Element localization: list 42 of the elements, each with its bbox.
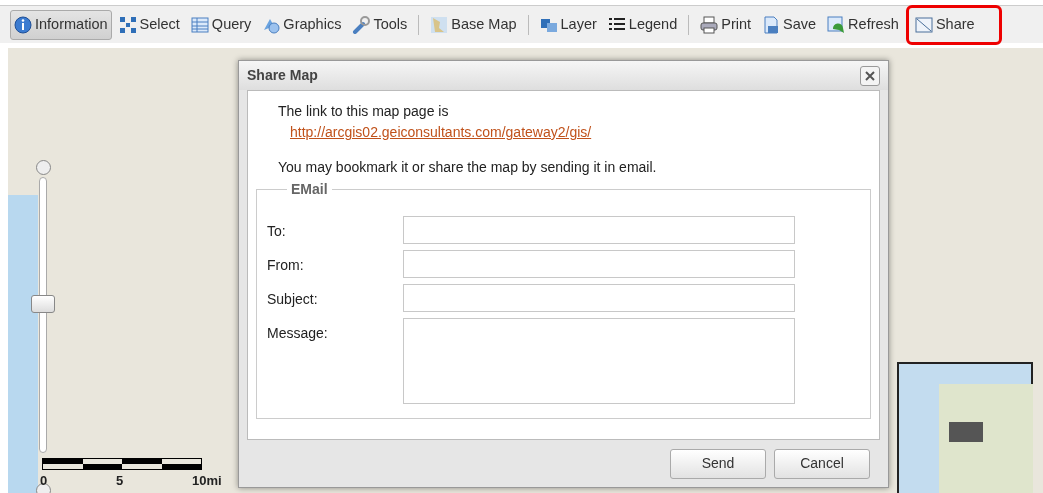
toolbar-button[interactable]: Layer [535, 9, 601, 40]
refresh-icon [827, 15, 846, 34]
note-text: You may bookmark it or share the map by sending it in email. [278, 158, 658, 177]
scale-label: 10mi [192, 472, 222, 490]
close-icon [864, 69, 876, 82]
toolbar-button[interactable]: Share [910, 9, 979, 40]
dots-icon [118, 15, 137, 34]
extent-rectangle [949, 422, 983, 442]
picture-icon [914, 15, 933, 34]
dialog-button[interactable]: Cancel [774, 448, 870, 479]
toolbar-button[interactable]: Query [186, 9, 256, 40]
scale-label: 0 [40, 472, 48, 490]
close-button[interactable] [860, 65, 880, 86]
share-link[interactable]: http://arcgis02.geiconsultants.com/gateway2/gis/ [290, 122, 592, 143]
zoom-slider[interactable] [31, 177, 55, 453]
field-label: Subject: [267, 290, 319, 309]
dialog-button[interactable]: Send [670, 448, 766, 479]
toolbar-button[interactable]: Save [758, 9, 821, 40]
toolbar-button[interactable]: Select [114, 9, 184, 40]
table-icon [190, 15, 209, 34]
toolbar-button[interactable]: Legend [603, 9, 682, 40]
input-field[interactable] [403, 250, 795, 278]
field-label: To: [267, 222, 287, 241]
document-icon [762, 15, 781, 34]
dialog-title: Share Map [247, 66, 318, 85]
input-field[interactable] [403, 284, 795, 312]
toolbar-button[interactable]: Information [10, 9, 112, 40]
toolbar-button[interactable]: Base Map [426, 9, 521, 40]
input-field[interactable] [403, 216, 795, 244]
scale-label: 5 [116, 472, 124, 490]
printer-icon [700, 15, 719, 34]
info-icon [14, 15, 32, 34]
toolbar-button[interactable]: Graphics [258, 9, 346, 40]
toolbar-button[interactable]: Print [696, 9, 756, 40]
message-field[interactable] [403, 318, 795, 404]
map-icon [430, 15, 449, 34]
toolbar-button[interactable]: Tools [348, 9, 412, 40]
field-label: From: [267, 256, 305, 275]
toolbar-button[interactable]: Refresh [823, 9, 903, 40]
field-label: Message: [267, 324, 329, 343]
wrench-icon [352, 15, 371, 34]
intro-text: The link to this map page is [278, 102, 450, 121]
